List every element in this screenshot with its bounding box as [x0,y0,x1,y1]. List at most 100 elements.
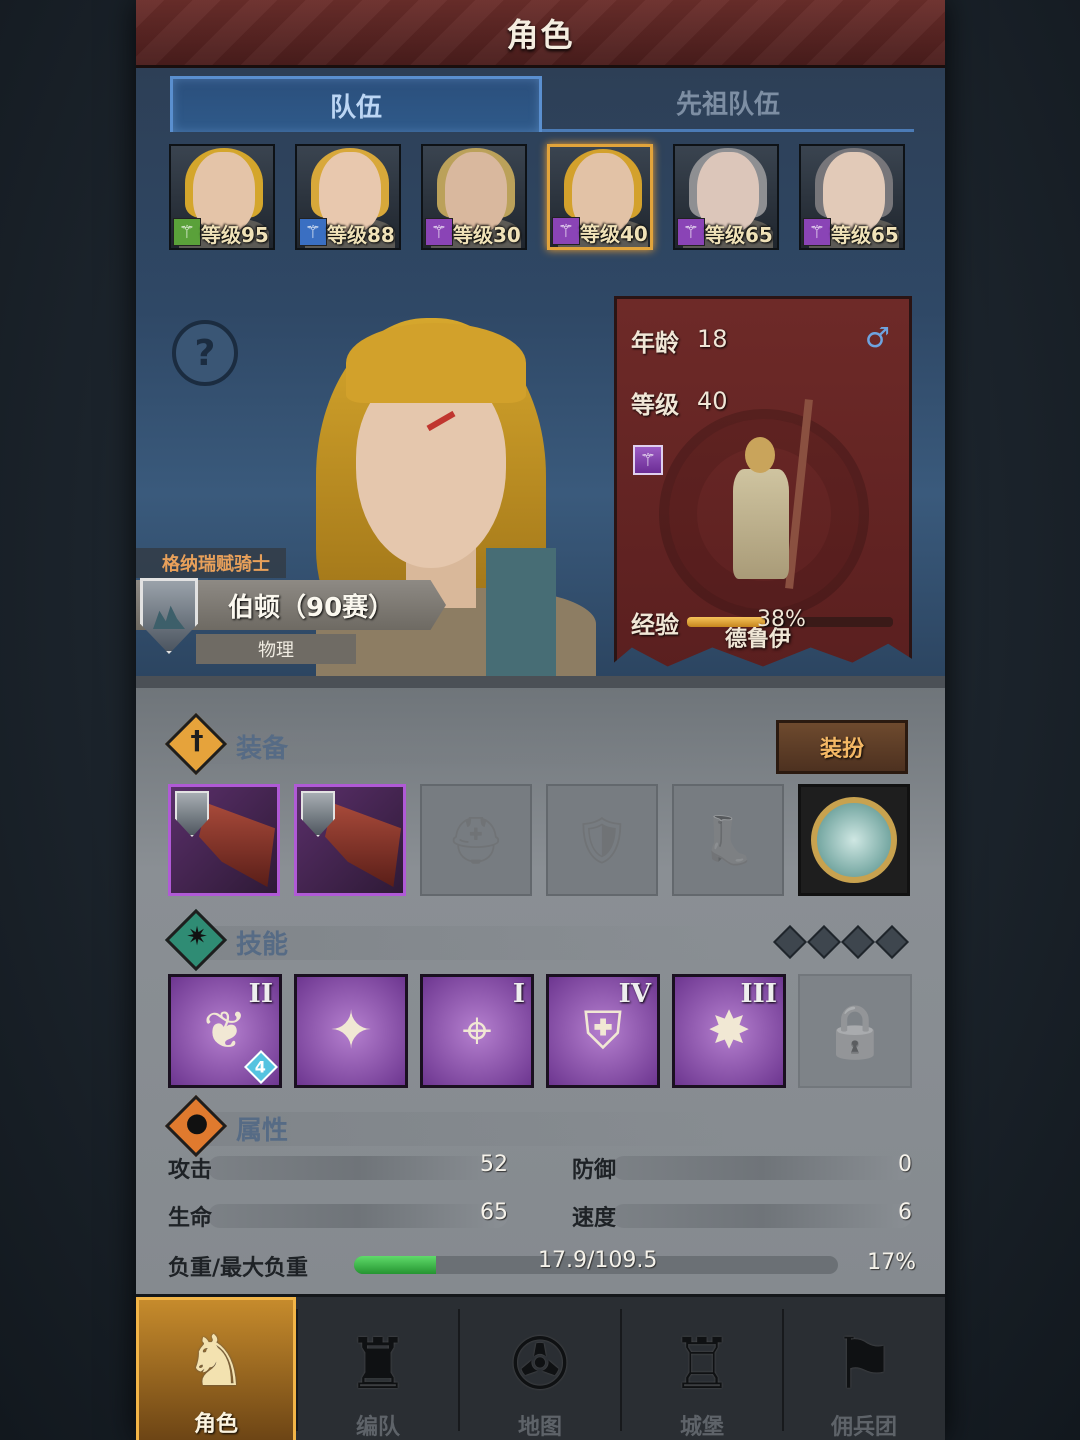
thorn-vine-icon: ❦ [203,1001,247,1061]
skills-title: 技能 [236,930,289,960]
nav-divider [296,1309,298,1431]
druid-figure [717,399,813,599]
staff-icon: ⚚ [425,218,453,246]
skill-tier: II [248,979,273,1009]
attr-value: 0 [898,1152,912,1177]
nav-label: 地图 [517,1415,562,1440]
level-label: 等级 [631,391,679,419]
dress-up-button[interactable]: 装扮 [776,720,908,774]
nav-item[interactable]: ♜ 编队 [298,1297,458,1440]
equipment-slot[interactable]: 🛡 [546,784,658,896]
roster: ⚚ 等级95 ⚚ 等级88 ⚚ 等级30 ⚚ 等级40 ⚚ 等级65 ⚚ 等级65 [169,144,909,252]
sword-icon: ⚚ [299,218,327,246]
equipment-slot[interactable] [294,784,406,896]
roster-level: 等级65 [831,223,899,247]
nav-label: 角色 [193,1412,238,1437]
crossed-swords-icon: ⚚ [173,218,201,246]
lock-icon: 🔒 [822,1001,888,1062]
skill-slot[interactable]: ⛨ IV [546,974,660,1088]
attr-value: 65 [480,1200,508,1225]
attr-health: 生命 65 [168,1198,508,1232]
nav-item[interactable]: ✇ 地图 [460,1297,620,1440]
skills-header: ✷ 技能 [164,908,786,972]
attributes-title: 属性 [236,1116,289,1146]
boots-icon: 👢 [699,812,757,867]
skill-slot-locked[interactable]: 🔒 [798,974,912,1088]
skill-point-gem-icon [841,925,875,959]
tab-ancestor-team[interactable]: 先祖队伍 [542,76,914,132]
skill-point-gem-icon [773,925,807,959]
equipment-slot[interactable]: 👢 [672,784,784,896]
attr-label: 生命 [168,1206,213,1231]
skill-slot[interactable]: ✦ [294,974,408,1088]
roster-portrait[interactable]: ⚚ 等级30 [421,144,527,250]
load-bar-fill [354,1256,437,1274]
skill-point-gem-icon [807,925,841,959]
exp-label: 经验 [631,611,679,639]
age-label: 年龄 [631,329,679,357]
nav-item[interactable]: ♞ 角色 [136,1297,296,1440]
chest-armor-icon: 🛡 [572,812,632,867]
shield-icon: ⛨ [583,1000,623,1061]
skill-tier: IV [618,979,651,1009]
info-banner: 年龄 18 ♂ 等级 40 ⚚ 德鲁伊 经验 38% [614,296,912,667]
nav-label: 编队 [355,1415,400,1440]
skill-point-gem-icon [875,925,909,959]
details-panel: † 装备 装扮 ⛑ 🛡 👢 ✷ 技能 ❦ II 4 ✦ ⌖ I ⛨ IV ✸ III 🔒 ● 属性 [136,676,945,1294]
helmet-icon: ⛑ [446,812,506,867]
age-value: 18 [697,325,728,353]
nav-item[interactable]: ⚑ 佣兵团 [784,1297,944,1440]
equipment-header: † 装备 [164,712,786,776]
attr-label: 攻击 [168,1158,213,1183]
roster-portrait[interactable]: ⚚ 等级65 [673,144,779,250]
title-bar: 角色 [136,0,945,68]
roster-portrait[interactable]: ⚚ 等级65 [799,144,905,250]
roster-portrait[interactable]: ⚚ 等级95 [169,144,275,250]
skill-slot[interactable]: ✸ III [672,974,786,1088]
attr-load: 负重/最大负重 17.9/109.5 17% [168,1246,916,1282]
staff-icon: ⚚ [803,218,831,246]
attr-defense: 防御 0 [572,1150,912,1184]
nav-label: 佣兵团 [830,1415,897,1440]
exp-percent: 38% [757,607,806,632]
attributes-header: ● 属性 [164,1094,786,1158]
nav-divider [620,1309,622,1431]
attr-value: 6 [898,1200,912,1225]
banner-icon: ⚑ [832,1323,896,1405]
tab-team[interactable]: 队伍 [170,76,542,132]
skill-slot[interactable]: ⌖ I [420,974,534,1088]
load-value: 17.9/109.5 [538,1248,658,1273]
skill-tier: III [740,979,778,1009]
nav-divider [458,1309,460,1431]
equipment-slot[interactable] [798,784,910,896]
help-button[interactable]: ? [172,320,238,386]
amulet-icon [811,797,897,883]
attribute-list: 攻击 52 防御 0 生命 65 速度 6 负重/最大负重 17.9/109.5… [168,1150,916,1290]
level-value: 40 [697,387,728,415]
roster-level: 等级88 [327,223,395,247]
nav-item[interactable]: ♖ 城堡 [622,1297,782,1440]
compass-icon: ✇ [510,1323,570,1405]
hero-nameplate: 格纳瑞赋骑士 伯顿（90赛） 物理 [136,548,466,676]
character-panel: 队伍 先祖队伍 ⚚ 等级95 ⚚ 等级88 ⚚ 等级30 ⚚ 等级40 ⚚ 等级65 ⚚ 等级65 ?… [136,68,945,678]
team-tabs: 队伍 先祖队伍 [170,76,914,132]
attr-attack: 攻击 52 [168,1150,508,1184]
claw-weapon-icon [325,803,401,887]
game-frame: 角色 队伍 先祖队伍 ⚚ 等级95 ⚚ 等级88 ⚚ 等级30 ⚚ 等级40 ⚚ 等级65 ⚚ 等级6… [136,0,945,1440]
crystal-break-icon: ✦ [329,1001,373,1061]
burst-icon: ✸ [707,1001,751,1061]
roster-portrait[interactable]: ⚚ 等级88 [295,144,401,250]
roster-level: 等级65 [705,223,773,247]
skill-slot[interactable]: ❦ II 4 [168,974,282,1088]
male-icon: ♂ [865,321,891,354]
roster-portrait[interactable]: ⚚ 等级40 [547,144,653,250]
exp-bar-fill [687,617,766,627]
equipment-slot[interactable]: ⛑ [420,784,532,896]
skill-badge-count: 4 [255,1057,267,1077]
skill-tier: I [512,979,525,1009]
equipment-slot[interactable] [168,784,280,896]
skill-badge: 4 [244,1050,278,1084]
staff-icon: ⚚ [677,218,705,246]
target-spear-icon: ⌖ [462,1000,492,1061]
attr-label: 速度 [572,1206,617,1231]
